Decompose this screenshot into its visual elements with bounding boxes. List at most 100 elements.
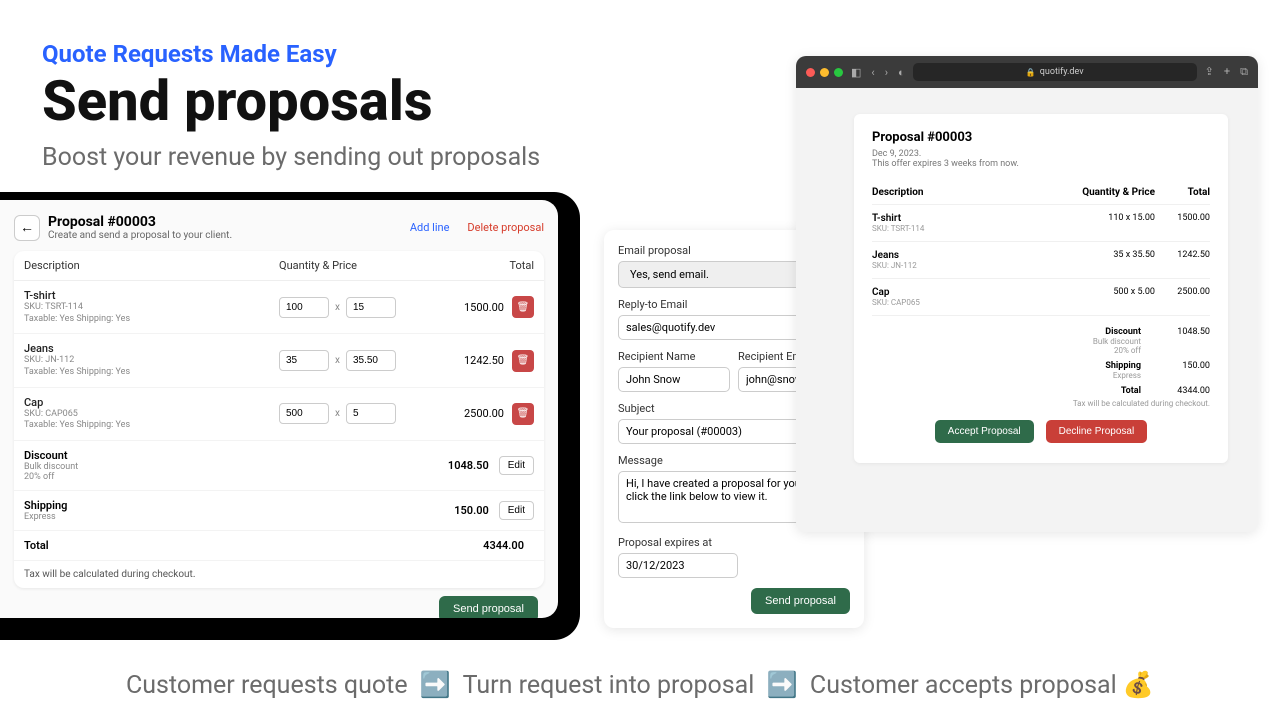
delete-line-button[interactable]: 🗑 [512,296,534,318]
pv-col-total: Total [1155,187,1210,198]
forward-icon[interactable]: › [885,66,888,79]
browser-window: ◧ ‹ › ◐ 🔒quotify.dev ⇪ + ⧉ Proposal #000… [796,56,1258,532]
accept-proposal-button[interactable]: Accept Proposal [935,420,1034,443]
new-tab-icon[interactable]: + [1224,65,1230,79]
line-total: 2500.00 [449,407,512,420]
traffic-lights [806,68,843,77]
pv-line-sku: SKU: TSRT-114 [872,224,1060,233]
line-sku: SKU: TSRT-114 [24,302,279,314]
proposal-summary: DiscountBulk discount20% off 1048.50 Shi… [872,315,1210,408]
delete-line-button[interactable]: 🗑 [512,350,534,372]
delete-line-button[interactable]: 🗑 [512,403,534,425]
editor-title-block: Proposal #00003 Create and send a propos… [48,214,232,241]
qty-input[interactable] [279,350,329,371]
discount-sub1: Bulk discount [24,462,448,472]
proposal-columns: Description Quantity & Price Total [872,187,1210,204]
total-label: Total [24,539,483,552]
line-total: 1500.00 [449,301,512,314]
total-value: 4344.00 [483,539,524,552]
browser-chrome: ◧ ‹ › ◐ 🔒quotify.dev ⇪ + ⧉ [796,56,1258,88]
expires-label: Proposal expires at [618,536,850,549]
proposal-document: Proposal #00003 Dec 9, 2023. This offer … [854,114,1228,463]
editor-send-row: Send proposal [14,588,544,618]
add-line-link[interactable]: Add line [410,221,450,234]
discount-row: Discount Bulk discount 20% off 1048.50 E… [14,441,544,491]
qty-input[interactable] [279,403,329,424]
pv-total-label: Total [1121,386,1141,396]
decline-proposal-button[interactable]: Decline Proposal [1046,420,1148,443]
col-description: Description [24,259,279,272]
line-name: Jeans [24,342,279,355]
editor-subtitle: Create and send a proposal to your clien… [48,230,232,241]
back-button[interactable]: ← [14,215,40,241]
multiply-icon: x [335,355,340,366]
editor-actions: Add line Delete proposal [410,221,544,234]
flow-step2: Turn request into proposal [463,671,755,700]
recipient-name-input[interactable] [618,367,730,392]
pv-total-val: 4344.00 [1155,386,1210,396]
pv-line-total: 1500.00 [1155,213,1210,233]
multiply-icon: x [335,408,340,419]
line-item: Cap SKU: CAP065 Taxable: Yes Shipping: Y… [14,388,544,441]
price-input[interactable] [346,350,396,371]
sidebar-icon[interactable]: ◧ [851,66,861,79]
pv-line-total: 1242.50 [1155,250,1210,270]
pv-line-qp: 500 x 5.00 [1060,287,1155,307]
editor-header: ← Proposal #00003 Create and send a prop… [14,214,544,241]
line-name: T-shirt [24,289,279,302]
recipient-name-label: Recipient Name [618,350,730,363]
pv-line-name: Jeans [872,250,1060,261]
delete-proposal-link[interactable]: Delete proposal [467,221,544,234]
line-sku: SKU: JN-112 [24,355,279,367]
url-bar[interactable]: 🔒quotify.dev [913,63,1197,81]
pv-line-name: T-shirt [872,213,1060,224]
edit-shipping-button[interactable]: Edit [499,501,534,520]
editor-panel: ← Proposal #00003 Create and send a prop… [0,200,558,618]
pv-line-qp: 35 x 35.50 [1060,250,1155,270]
edit-discount-button[interactable]: Edit [499,456,534,475]
shield-icon[interactable]: ◐ [898,66,905,79]
proposal-expiry: This offer expires 3 weeks from now. [872,159,1210,169]
proposal-date: Dec 9, 2023. [872,149,1210,159]
pv-line-total: 2500.00 [1155,287,1210,307]
line-tax-ship: Taxable: Yes Shipping: Yes [24,314,279,326]
shipping-label: Shipping [24,499,454,512]
multiply-icon: x [335,302,340,313]
tabs-icon[interactable]: ⧉ [1240,65,1248,79]
pv-discount-label: Discount [1093,327,1141,337]
expires-input[interactable] [618,553,738,578]
pv-col-qp: Quantity & Price [1060,187,1155,198]
pv-tax-note: Tax will be calculated during checkout. [872,399,1210,408]
hero-subheading: Boost your revenue by sending out propos… [42,143,540,172]
shipping-value: 150.00 [454,504,489,517]
line-tax-ship: Taxable: Yes Shipping: Yes [24,420,279,432]
money-icon: 💰 [1123,671,1154,700]
qty-input[interactable] [279,297,329,318]
shipping-sub: Express [24,512,454,522]
editor-columns: Description Quantity & Price Total [14,251,544,281]
line-name: Cap [24,396,279,409]
total-row: Total 4344.00 [14,531,544,561]
browser-nav-icons: ◧ ‹ › ◐ [851,66,905,79]
share-icon[interactable]: ⇪ [1205,65,1214,79]
email-send-button[interactable]: Send proposal [751,588,850,614]
footer-flow: Customer requests quote ➡️ Turn request … [0,671,1280,700]
price-input[interactable] [346,297,396,318]
pv-discount-sub1: Bulk discount [1093,337,1141,346]
pv-discount-val: 1048.50 [1155,327,1210,355]
arrow-icon: ➡️ [420,671,451,700]
back-icon[interactable]: ‹ [871,66,874,79]
flow-step3: Customer accepts proposal [810,671,1117,700]
flow-step1: Customer requests quote [126,671,408,700]
pv-line-sku: SKU: CAP065 [872,298,1060,307]
proposal-line: CapSKU: CAP065500 x 5.002500.00 [872,278,1210,315]
pv-discount-sub2: 20% off [1093,346,1141,355]
price-input[interactable] [346,403,396,424]
discount-value: 1048.50 [448,459,489,472]
line-item: Jeans SKU: JN-112 Taxable: Yes Shipping:… [14,334,544,387]
url-text: quotify.dev [1040,67,1084,77]
line-tax-ship: Taxable: Yes Shipping: Yes [24,367,279,379]
hero-eyebrow: Quote Requests Made Easy [42,40,540,68]
editor-card: Description Quantity & Price Total T-shi… [14,251,544,588]
send-proposal-button[interactable]: Send proposal [439,596,538,618]
